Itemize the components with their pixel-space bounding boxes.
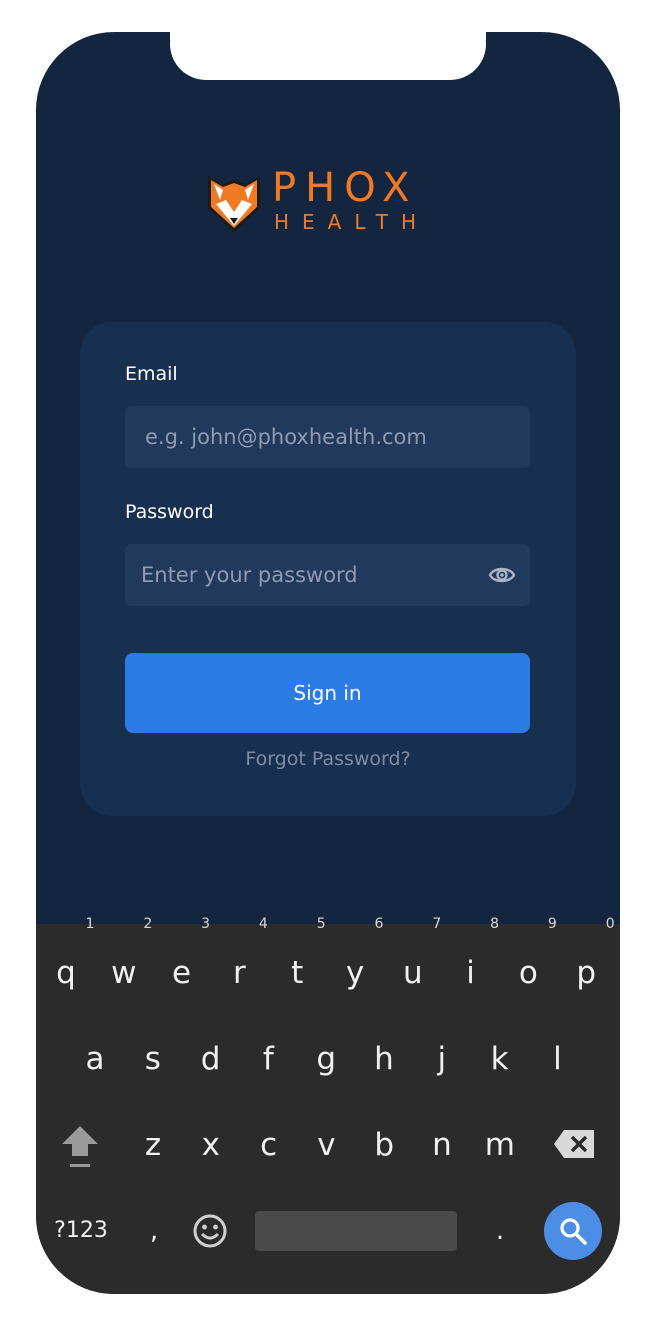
comma-key[interactable]: ,	[126, 1196, 182, 1266]
key-k[interactable]: k	[472, 1024, 528, 1094]
key-s[interactable]: s	[125, 1024, 181, 1094]
key-r[interactable]: r4	[211, 916, 268, 1008]
key-n[interactable]: n	[414, 1110, 470, 1180]
backspace-icon	[554, 1130, 594, 1158]
key-label: p	[576, 955, 597, 991]
key-p[interactable]: p0	[558, 916, 614, 1008]
emoji-key[interactable]	[182, 1196, 238, 1266]
fox-logo-icon	[208, 176, 260, 232]
notch	[170, 32, 486, 80]
key-hint: 3	[201, 916, 211, 932]
brand-name: PHOX	[272, 165, 419, 211]
shift-icon	[62, 1126, 98, 1167]
password-field[interactable]	[125, 544, 530, 606]
key-b[interactable]: b	[356, 1110, 412, 1180]
shift-key[interactable]	[52, 1110, 108, 1180]
key-y[interactable]: y6	[327, 916, 384, 1008]
phone-screen: PHOX HEALTH Email Password Sign in Forgo…	[36, 32, 620, 1294]
key-v[interactable]: v	[298, 1110, 354, 1180]
key-hint: 2	[143, 916, 153, 932]
key-label: y	[345, 955, 365, 991]
key-hint: 9	[547, 916, 557, 932]
key-label: u	[402, 955, 423, 991]
key-label: i	[466, 955, 475, 991]
key-e[interactable]: e3	[154, 916, 210, 1008]
key-hint: 6	[374, 916, 384, 932]
key-hint: 4	[258, 916, 268, 932]
key-label: o	[518, 955, 538, 991]
forgot-password-link[interactable]: Forgot Password?	[80, 746, 576, 772]
backspace-key[interactable]	[546, 1110, 602, 1180]
email-field[interactable]	[125, 406, 530, 468]
key-m[interactable]: m	[472, 1110, 528, 1180]
key-hint: 5	[316, 916, 326, 932]
key-label: q	[56, 955, 76, 991]
search-icon	[560, 1218, 587, 1245]
key-f[interactable]: f	[240, 1024, 296, 1094]
key-w[interactable]: w2	[96, 916, 152, 1008]
brand-subtitle: HEALTH	[274, 210, 430, 234]
eye-icon[interactable]	[488, 562, 516, 588]
key-u[interactable]: u7	[385, 916, 441, 1008]
key-hint: 1	[85, 916, 95, 932]
brand-logo: PHOX HEALTH	[206, 165, 456, 238]
key-q[interactable]: q1	[38, 916, 94, 1008]
key-a[interactable]: a	[67, 1024, 123, 1094]
sign-in-button[interactable]: Sign in	[125, 653, 530, 733]
key-h[interactable]: h	[356, 1024, 412, 1094]
key-label: e	[172, 955, 192, 991]
key-t[interactable]: t5	[269, 916, 326, 1008]
key-c[interactable]: c	[241, 1110, 297, 1180]
key-l[interactable]: l	[529, 1024, 585, 1094]
key-hint: 7	[432, 916, 442, 932]
key-o[interactable]: o9	[500, 916, 557, 1008]
login-card: Email Password Sign in Forgot Password?	[80, 322, 576, 816]
symbols-key[interactable]: ?123	[52, 1196, 110, 1266]
period-key[interactable]: .	[472, 1196, 528, 1266]
key-x[interactable]: x	[183, 1110, 239, 1180]
search-key[interactable]	[544, 1202, 602, 1260]
key-j[interactable]: j	[414, 1024, 470, 1094]
key-hint: 0	[605, 916, 615, 932]
key-z[interactable]: z	[125, 1110, 181, 1180]
emoji-icon	[193, 1214, 227, 1248]
email-label: Email	[125, 363, 178, 385]
key-label: w	[111, 955, 137, 991]
key-label: r	[233, 955, 246, 991]
password-field-container	[125, 544, 530, 606]
email-field-container	[125, 406, 530, 468]
key-hint: 8	[490, 916, 500, 932]
key-label: t	[291, 955, 304, 991]
key-g[interactable]: g	[298, 1024, 354, 1094]
key-i[interactable]: i8	[443, 916, 499, 1008]
key-d[interactable]: d	[183, 1024, 239, 1094]
space-key[interactable]	[255, 1211, 457, 1251]
on-screen-keyboard: q1w2e3r4t5y6u7i8o9p0 asdfghjkl zxcvbnm ?…	[36, 916, 620, 1294]
password-label: Password	[125, 501, 214, 523]
